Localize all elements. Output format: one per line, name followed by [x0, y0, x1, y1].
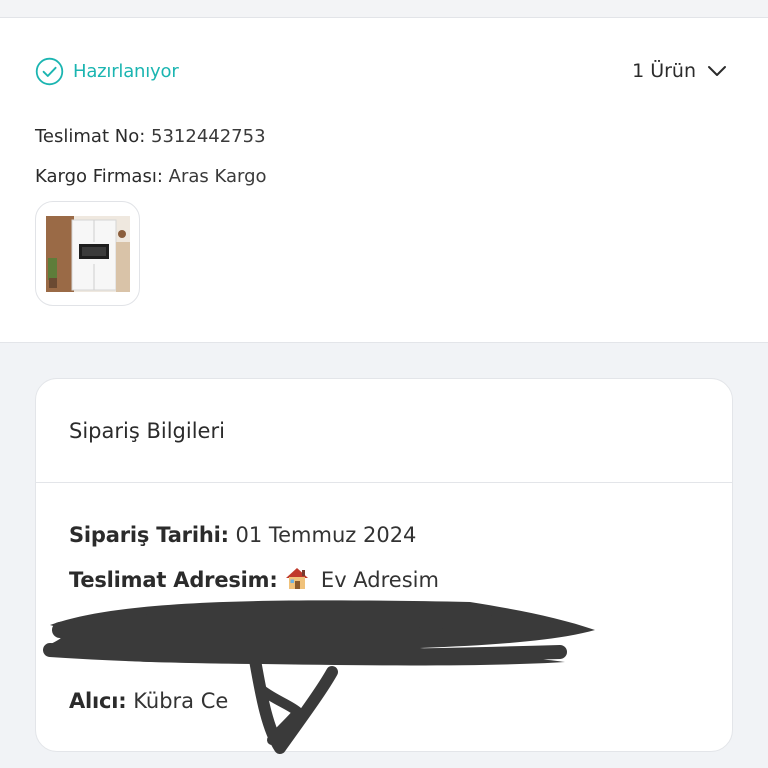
- shipment-status: Hazırlanıyor: [35, 56, 179, 86]
- product-thumbnail[interactable]: [35, 201, 140, 306]
- shipment-card: Hazırlanıyor 1 Ürün Teslimat No: 5312442…: [0, 18, 768, 343]
- order-info-card: Sipariş Bilgileri Sipariş Tarihi: 01 Tem…: [35, 378, 733, 752]
- receiver: Alıcı: Kübra Ce: [69, 689, 228, 713]
- delivery-address-label: Teslimat Adresim:: [69, 568, 278, 592]
- order-date-label: Sipariş Tarihi:: [69, 523, 229, 547]
- delivery-number-value: 5312442753: [151, 126, 266, 147]
- order-date-value: 01 Temmuz 2024: [235, 523, 417, 547]
- carrier-label: Kargo Firması:: [35, 166, 163, 187]
- carrier-value: Aras Kargo: [168, 166, 267, 187]
- receiver-label: Alıcı:: [69, 689, 127, 713]
- receiver-value: Kübra Ce: [133, 689, 229, 713]
- order-info-title: Sipariş Bilgileri: [69, 418, 225, 443]
- delivery-address: Teslimat Adresim: Ev Adresim: [69, 566, 439, 592]
- delivery-number-label: Teslimat No:: [35, 126, 146, 147]
- order-date: Sipariş Tarihi: 01 Temmuz 2024: [69, 523, 416, 547]
- carrier: Kargo Firması: Aras Kargo: [35, 166, 267, 187]
- status-label: Hazırlanıyor: [73, 60, 179, 82]
- chevron-down-icon: [706, 60, 728, 82]
- order-info-header: Sipariş Bilgileri: [36, 379, 732, 483]
- top-divider-strip: [0, 0, 768, 18]
- delivery-address-value: Ev Adresim: [320, 568, 439, 592]
- items-count-label: 1 Ürün: [632, 60, 696, 82]
- kitchen-cabinet-image: [45, 215, 130, 292]
- delivery-number: Teslimat No: 5312442753: [35, 126, 266, 147]
- house-icon: [284, 566, 310, 590]
- check-circle-icon: [35, 57, 64, 86]
- items-count-toggle[interactable]: 1 Ürün: [632, 56, 728, 86]
